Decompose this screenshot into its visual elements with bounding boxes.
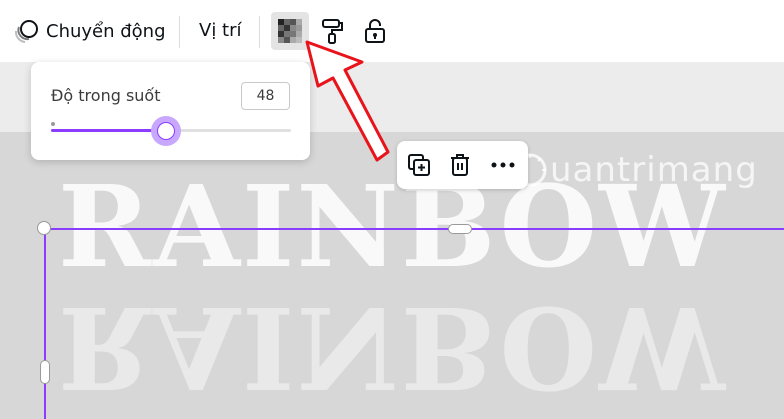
animate-label: Chuyển động	[46, 20, 166, 42]
resize-handle-left[interactable]	[40, 360, 50, 384]
editor-window: Chuyển động Vị trí RAINBOW RAINBOW uantr…	[0, 0, 784, 419]
resize-handle-top[interactable]	[448, 224, 472, 234]
duplicate-button[interactable]	[403, 149, 435, 181]
lock-button[interactable]	[356, 12, 394, 50]
paint-format-button[interactable]	[314, 12, 352, 50]
more-dots-icon	[491, 162, 515, 168]
design-page[interactable]: RAINBOW RAINBOW uantrimang	[0, 132, 784, 419]
watermark-text: uantrimang	[550, 150, 758, 190]
resize-handle-corner[interactable]	[37, 221, 51, 235]
duplicate-icon	[408, 154, 430, 176]
top-toolbar: Chuyển động Vị trí	[0, 0, 784, 62]
transparency-slider-thumb[interactable]	[151, 116, 181, 146]
toolbar-divider	[179, 16, 180, 48]
slider-thumb-center	[157, 122, 175, 140]
unlock-icon	[365, 19, 385, 43]
position-button[interactable]: Vị trí	[199, 20, 242, 41]
watermark: uantrimang	[510, 150, 758, 190]
paint-roller-icon	[322, 19, 343, 44]
transparency-label: Độ trong suốt	[51, 86, 161, 105]
slider-min-marker	[51, 122, 55, 126]
transparency-popover: Độ trong suốt 48	[31, 62, 310, 160]
rainbow-reflection-element[interactable]: RAINBOW	[58, 281, 758, 412]
toolbar-divider	[259, 16, 260, 48]
transparency-checker-icon	[278, 19, 302, 43]
selection-border-left	[44, 228, 46, 419]
transparency-button[interactable]	[271, 12, 309, 50]
transparency-value-input[interactable]: 48	[241, 82, 290, 110]
animate-circles-icon	[14, 20, 38, 43]
trash-icon	[451, 154, 469, 176]
selection-border-top	[44, 228, 784, 230]
delete-button[interactable]	[444, 149, 476, 181]
transparency-slider-fill	[51, 129, 166, 132]
element-toolbar	[397, 141, 528, 189]
animate-button[interactable]: Chuyển động	[14, 18, 166, 44]
position-label: Vị trí	[199, 20, 242, 41]
more-button[interactable]	[487, 149, 519, 181]
